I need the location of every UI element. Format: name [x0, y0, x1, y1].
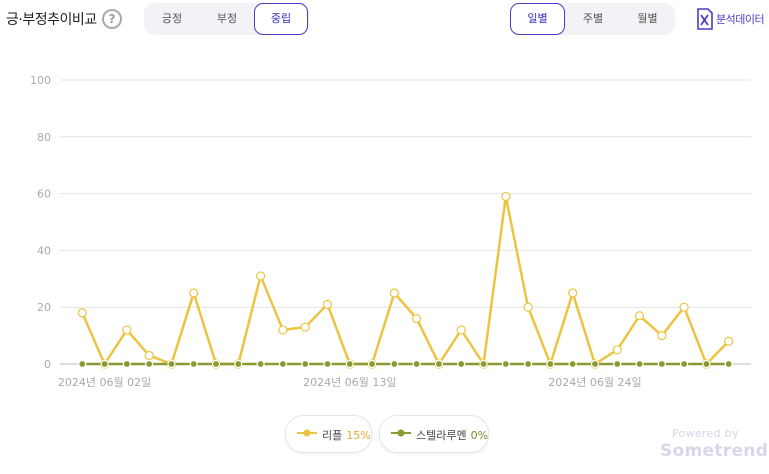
- y-tick-label: 60: [37, 188, 51, 201]
- data-point: [434, 359, 444, 369]
- x-tick-label: 2024년 06월 24일: [548, 375, 641, 389]
- data-point: [278, 359, 288, 369]
- data-point: [523, 359, 533, 369]
- data-point: [278, 325, 288, 335]
- data-point: [300, 322, 310, 332]
- data-point: [144, 350, 154, 361]
- data-point: [78, 359, 87, 369]
- legend-percent: 15%: [346, 429, 371, 442]
- data-point: [145, 359, 154, 369]
- data-point: [389, 288, 399, 298]
- data-point: [167, 359, 176, 369]
- data-point: [457, 359, 466, 369]
- data-point: [657, 331, 667, 341]
- data-point: [189, 288, 199, 298]
- data-point: [501, 359, 510, 369]
- data-point: [412, 313, 422, 324]
- powered-by-text: Powered by: [672, 427, 739, 440]
- line-chart: 0 20 40 60 80 100 2024년 06월 02일 2024년 06월 13일 20…: [30, 74, 751, 389]
- data-point: [568, 359, 577, 369]
- data-point: [680, 359, 689, 369]
- x-tick-label: 2024년 06월 02일: [58, 375, 151, 389]
- y-tick-label: 80: [37, 131, 51, 144]
- data-point: [612, 345, 622, 355]
- series-line: [81, 195, 730, 366]
- data-point: [456, 325, 466, 335]
- data-point: [256, 359, 265, 369]
- data-point: [724, 359, 733, 369]
- data-point: [189, 359, 198, 369]
- data-point: [724, 336, 734, 346]
- legend-line-marker-icon: [297, 429, 317, 437]
- data-point: [345, 359, 354, 369]
- legend-label: 리플: [322, 429, 343, 442]
- y-tick-label: 40: [37, 244, 51, 257]
- data-point: [234, 359, 243, 369]
- y-tick-label: 0: [44, 358, 51, 371]
- data-point: [679, 302, 689, 312]
- data-point: [322, 299, 333, 309]
- data-point: [657, 359, 666, 369]
- data-point: [546, 359, 555, 369]
- legend-label: 스텔라루멘: [416, 429, 467, 442]
- data-point: [590, 359, 600, 369]
- data-point: [301, 359, 310, 369]
- x-tick-label: 2024년 06월 13일: [303, 375, 396, 389]
- y-tick-label: 20: [37, 301, 51, 314]
- data-point: [613, 359, 622, 369]
- data-point: [211, 359, 221, 369]
- legend-line-marker-icon: [391, 429, 411, 437]
- data-point: [479, 359, 488, 369]
- brand-logo: Sometrend: [660, 441, 769, 461]
- data-point: [122, 359, 131, 369]
- data-point: [412, 359, 421, 369]
- legend-item-stellar[interactable]: 스텔라루멘 0%: [379, 415, 489, 453]
- y-tick-label: 100: [30, 74, 51, 87]
- data-point: [702, 359, 711, 369]
- data-point: [523, 302, 533, 312]
- data-point: [323, 359, 332, 369]
- data-point: [634, 311, 645, 321]
- legend-item-ripple[interactable]: 리플 15%: [285, 415, 372, 453]
- data-point: [501, 191, 511, 202]
- data-point: [256, 271, 266, 281]
- data-point: [367, 359, 377, 369]
- data-point: [635, 359, 644, 369]
- data-point: [122, 325, 132, 335]
- legend-percent: 0%: [470, 429, 489, 442]
- data-point: [77, 308, 87, 318]
- data-point: [390, 359, 399, 369]
- data-point: [568, 288, 578, 298]
- data-point: [100, 359, 109, 369]
